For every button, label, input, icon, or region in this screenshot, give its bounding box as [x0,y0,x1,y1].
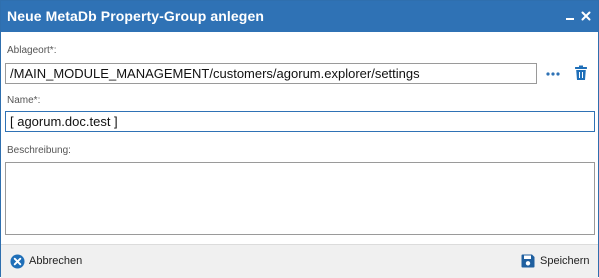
cancel-button[interactable]: Abbrechen [9,253,82,269]
save-button[interactable]: Speichern [520,253,590,269]
dialog-titlebar[interactable]: Neue MetaDb Property-Group anlegen [1,1,598,32]
close-icon[interactable] [579,9,593,23]
description-field[interactable] [5,162,595,235]
minimize-icon[interactable] [563,9,577,23]
more-options-icon[interactable] [544,65,562,81]
location-label: Ablageort*: [7,45,57,56]
cancel-icon [9,253,25,269]
save-label: Speichern [540,255,590,267]
description-label: Beschreibung: [7,145,71,156]
save-icon [520,253,536,269]
location-field[interactable] [5,63,537,84]
cancel-label: Abbrechen [29,255,83,267]
trash-icon[interactable] [573,64,589,82]
name-field[interactable] [5,111,595,132]
name-label: Name*: [7,95,41,106]
dialog-window: Neue MetaDb Property-Group anlegen Ablag… [0,0,599,278]
dialog-footer: Abbrechen Speichern [1,244,598,278]
dialog-title: Neue MetaDb Property-Group anlegen [7,8,264,24]
